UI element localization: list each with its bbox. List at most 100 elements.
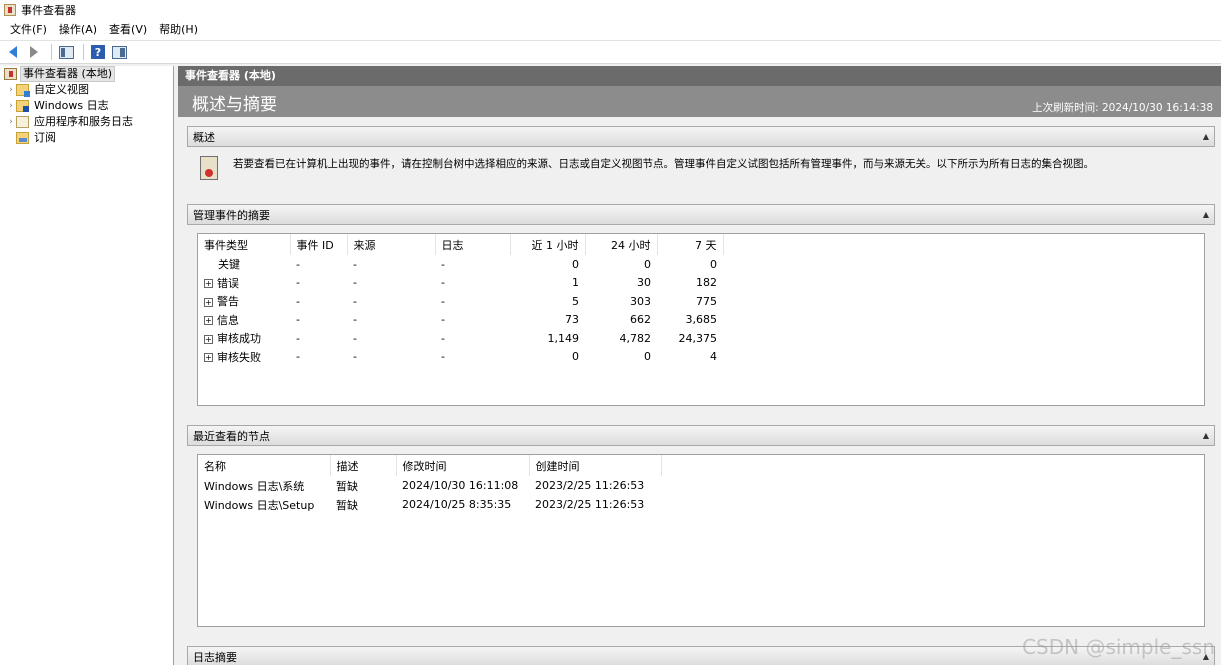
column-header-log[interactable]: 日志 xyxy=(435,234,511,255)
event-log-icon xyxy=(200,156,218,180)
expand-plus-icon[interactable]: + xyxy=(204,297,213,307)
forward-arrow-icon xyxy=(30,46,38,58)
menu-help[interactable]: 帮助(H) xyxy=(153,20,204,40)
recent-nodes-table-body: Windows 日志\系统 暂缺 2024/10/30 16:11:08 2023/2… xyxy=(198,476,661,514)
tree-item-label: 应用程序和服务日志 xyxy=(34,115,133,128)
column-header-event-id[interactable]: 事件 ID xyxy=(290,234,348,255)
cell-source: - xyxy=(353,294,357,308)
cell-modified: 2024/10/30 16:11:08 xyxy=(402,479,519,492)
recent-nodes-header[interactable]: 最近查看的节点 ▲ xyxy=(187,425,1215,446)
main-title-bar: 概述与摘要 上次刷新时间: 2024/10/30 16:14:38 xyxy=(178,86,1221,117)
tree-item-label: Windows 日志 xyxy=(34,99,109,112)
cell-event-id: - xyxy=(296,350,300,364)
tree-item-custom-views[interactable]: › 自定义视图 xyxy=(0,82,173,98)
column-header-24-hours[interactable]: 24 小时 xyxy=(585,234,658,255)
column-header-source[interactable]: 来源 xyxy=(347,234,436,255)
admin-events-summary-section: 管理事件的摘要 ▲ 事件类型 事件 ID 来源 日志 近 1 小时 24 小时 … xyxy=(187,204,1215,425)
table-row[interactable]: Windows 日志\Setup 暂缺 2024/10/25 8:35:35 2023… xyxy=(198,495,661,514)
cell-event-id: - xyxy=(296,276,300,290)
overview-section-body: 若要查看已在计算机上出现的事件，请在控制台树中选择相应的来源、日志或自定义视图节… xyxy=(187,147,1215,199)
table-row[interactable]: + 错误 - - - 1 30 182 xyxy=(198,274,723,293)
tree-item-label: 事件查看器 (本地) xyxy=(20,66,116,82)
table-row[interactable]: + 信息 - - - 73 662 3,685 xyxy=(198,311,723,330)
cell-7-days: 0 xyxy=(710,257,717,271)
forward-button[interactable] xyxy=(25,43,43,61)
help-icon: ? xyxy=(91,45,105,59)
admin-events-table-body: 关键 - - - 0 0 0 + 错误 - - - 1 30 182 + 警告 - - - 5 303 775 + 信息 - - - 7… xyxy=(198,255,723,366)
menu-bar: 文件(F) 操作(A) 查看(V) 帮助(H) xyxy=(0,20,1221,40)
expand-plus-icon[interactable]: + xyxy=(204,353,213,363)
cell-name: Windows 日志\系统 xyxy=(204,479,305,493)
cell-source: - xyxy=(353,350,357,364)
column-header-last-hour[interactable]: 近 1 小时 xyxy=(510,234,586,255)
window-title: 事件查看器 xyxy=(21,4,76,17)
custom-views-folder-icon xyxy=(16,84,30,97)
table-row[interactable]: + 审核失败 - - - 0 0 4 xyxy=(198,348,723,367)
table-row[interactable]: + 警告 - - - 5 303 775 xyxy=(198,292,723,311)
help-button[interactable]: ? xyxy=(89,43,107,61)
show-hide-tree-button[interactable] xyxy=(57,43,75,61)
last-refresh-time: 上次刷新时间: 2024/10/30 16:14:38 xyxy=(1032,102,1213,114)
cell-7-days: 3,685 xyxy=(685,313,718,327)
cell-24-hours: 4,782 xyxy=(619,331,652,345)
collapse-arrow-icon[interactable]: ▲ xyxy=(1203,210,1209,219)
cell-log: - xyxy=(441,350,445,364)
expand-plus-icon[interactable]: + xyxy=(204,334,213,344)
cell-last-hour: 1 xyxy=(572,276,579,290)
expand-plus-icon[interactable]: + xyxy=(204,316,213,326)
cell-24-hours: 662 xyxy=(630,313,651,327)
menu-view[interactable]: 查看(V) xyxy=(103,20,153,40)
show-hide-action-pane-icon xyxy=(111,45,127,59)
cell-24-hours: 30 xyxy=(637,276,651,290)
expand-plus-icon[interactable]: + xyxy=(204,279,213,289)
collapse-arrow-icon[interactable]: ▲ xyxy=(1203,431,1209,440)
cell-event-type: + 信息 xyxy=(198,311,290,330)
recent-nodes-title: 最近查看的节点 xyxy=(193,429,270,443)
overview-section: 概述 ▲ 若要查看已在计算机上出现的事件，请在控制台树中选择相应的来源、日志或自… xyxy=(187,126,1215,199)
console-tree[interactable]: 事件查看器 (本地) › 自定义视图 › Windows 日志 › 应用程序和服… xyxy=(0,66,174,665)
column-header-created[interactable]: 创建时间 xyxy=(529,455,662,476)
log-summary-title: 日志摘要 xyxy=(193,650,237,664)
toolbar-separator xyxy=(83,44,84,60)
expand-chevron-icon[interactable]: › xyxy=(6,85,16,95)
title-bar: 事件查看器 xyxy=(0,0,1221,20)
overview-section-title: 概述 xyxy=(193,130,215,144)
column-header-event-type[interactable]: 事件类型 xyxy=(198,234,291,255)
table-row[interactable]: Windows 日志\系统 暂缺 2024/10/30 16:11:08 2023/2… xyxy=(198,476,661,495)
table-row[interactable]: 关键 - - - 0 0 0 xyxy=(198,255,723,274)
overview-section-header[interactable]: 概述 ▲ xyxy=(187,126,1215,147)
event-type-label: 审核失败 xyxy=(217,350,261,364)
tree-item-root[interactable]: 事件查看器 (本地) xyxy=(0,66,173,82)
event-type-label: 审核成功 xyxy=(217,332,261,346)
admin-events-table: 事件类型 事件 ID 来源 日志 近 1 小时 24 小时 7 天 关键 - - - 0… xyxy=(198,234,724,366)
menu-file[interactable]: 文件(F) xyxy=(4,20,53,40)
event-type-label: 信息 xyxy=(217,313,239,327)
cell-log: - xyxy=(441,276,445,290)
menu-action[interactable]: 操作(A) xyxy=(53,20,103,40)
windows-logs-folder-icon xyxy=(16,100,29,112)
cell-last-hour: 73 xyxy=(565,313,579,327)
admin-events-list[interactable]: 事件类型 事件 ID 来源 日志 近 1 小时 24 小时 7 天 关键 - - - 0… xyxy=(197,233,1205,406)
expand-chevron-icon[interactable]: › xyxy=(6,101,16,111)
cell-log: - xyxy=(441,313,445,327)
column-header-modified[interactable]: 修改时间 xyxy=(396,455,530,476)
tree-item-subscriptions[interactable]: 订阅 xyxy=(0,130,173,146)
admin-events-summary-header[interactable]: 管理事件的摘要 ▲ xyxy=(187,204,1215,225)
table-row[interactable]: + 审核成功 - - - 1,149 4,782 24,375 xyxy=(198,329,723,348)
admin-events-summary-title: 管理事件的摘要 xyxy=(193,208,270,222)
recent-nodes-body: 名称 描述 修改时间 创建时间 Windows 日志\系统 暂缺 2024/10/3… xyxy=(187,446,1215,646)
column-header-description[interactable]: 描述 xyxy=(330,455,397,476)
back-button[interactable] xyxy=(4,43,22,61)
column-header-7-days[interactable]: 7 天 xyxy=(657,234,724,255)
app-service-logs-icon xyxy=(16,116,29,128)
tree-item-app-service-logs[interactable]: › 应用程序和服务日志 xyxy=(0,114,173,130)
column-header-name[interactable]: 名称 xyxy=(198,455,331,476)
collapse-arrow-icon[interactable]: ▲ xyxy=(1203,132,1209,141)
tree-item-windows-logs[interactable]: › Windows 日志 xyxy=(0,98,173,114)
recent-nodes-list[interactable]: 名称 描述 修改时间 创建时间 Windows 日志\系统 暂缺 2024/10/3… xyxy=(197,454,1205,627)
show-hide-action-pane-button[interactable] xyxy=(110,43,128,61)
expand-chevron-icon[interactable]: › xyxy=(6,117,16,127)
table-header-row: 事件类型 事件 ID 来源 日志 近 1 小时 24 小时 7 天 xyxy=(198,234,724,255)
show-hide-tree-icon xyxy=(58,45,74,59)
cell-name: Windows 日志\Setup xyxy=(204,498,315,512)
